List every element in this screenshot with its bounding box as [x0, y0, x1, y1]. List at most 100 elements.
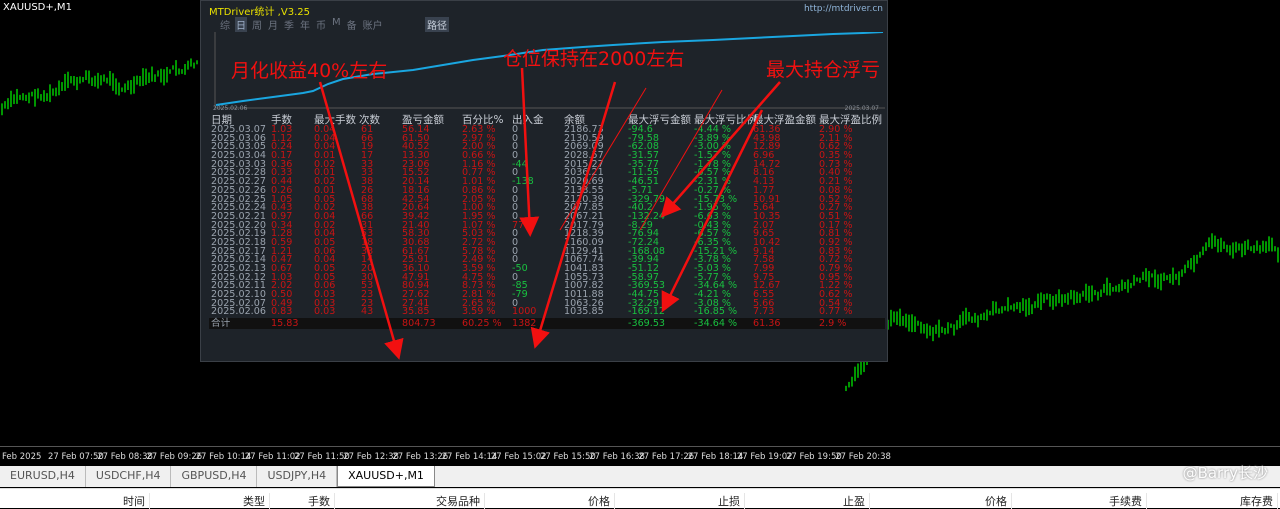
tab-period[interactable]: 年 — [299, 17, 311, 32]
table-row: 2025.02.14 0.47 0.04 14 25.91 2.49 % 0 1067.74-… — [209, 255, 885, 265]
time-tick: 27 Feb 17:26 — [638, 452, 695, 462]
tab-period[interactable]: 账户 — [362, 17, 384, 32]
tab-period[interactable]: M — [331, 17, 342, 32]
time-tick: 27 Feb 07:50 — [48, 452, 104, 462]
tab-period[interactable]: 备 — [346, 17, 358, 32]
cell: -169.12 — [628, 306, 666, 318]
table-row: 2025.02.13 0.67 0.05 20 36.10 3.59 % -50 1041.8… — [209, 264, 885, 274]
watermark: @Barry长沙 — [1182, 464, 1268, 482]
time-tick: 27 Feb 09:26 — [146, 452, 203, 462]
time-tick: 27 Feb 11:02 — [244, 452, 301, 462]
table-row: 2025.02.06 0.83 0.03 43 35.85 3.59 % 1000 1035.… — [209, 306, 885, 318]
time-tick: 27 Feb 20:38 — [835, 452, 891, 462]
cell: 43 — [361, 306, 374, 318]
annotation-max-drawdown: 最大持仓浮亏 — [766, 59, 881, 81]
chart-tab[interactable]: USDCHF,H4 — [86, 466, 172, 487]
table-row: 2025.03.04 0.17 0.01 17 13.30 0.66 % 0 2028.57-… — [209, 151, 885, 161]
time-tick: 27 Feb 10:14 — [195, 452, 252, 462]
trade-column-header: 价格 — [870, 493, 1012, 509]
chart-tab[interactable]: XAUUSD+,M1 — [337, 466, 435, 487]
panel-url-link[interactable]: http://mtdriver.cn — [804, 4, 883, 14]
equity-end-date: 2025.03.07 — [844, 105, 879, 112]
cell: 0.77 % — [819, 306, 853, 318]
total-cell: -34.64 % — [694, 318, 738, 330]
chart-tab[interactable]: USDJPY,H4 — [257, 466, 338, 487]
total-cell: -369.53 — [628, 318, 666, 330]
chart-tab[interactable]: GBPUSD,H4 — [171, 466, 258, 487]
table-row: 2025.02.18 0.59 0.05 18 30.68 2.72 % 0 1160.09-… — [209, 238, 885, 248]
table-row: 2025.02.26 0.26 0.01 26 18.16 0.86 % 0 2138.55-… — [209, 186, 885, 196]
trade-column-header: 止损 — [615, 493, 745, 509]
trade-column-header: 类型 — [150, 493, 270, 509]
table-row: 2025.03.06 1.12 0.04 66 61.50 2.97 % 0 2130.59-… — [209, 134, 885, 144]
time-tick: 27 Feb 19:50 — [786, 452, 842, 462]
table-row: 2025.02.19 1.28 0.04 53 58.30 5.03 % 0 1218.39-… — [209, 229, 885, 239]
annotation-monthly-return: 月化收益40%左右 — [231, 60, 388, 82]
period-tabs: 综日周月季年币 M 备账户 — [219, 17, 384, 32]
daily-stats-table: 日期 手数 最大手数 盈亏金额 百分比% 出入金 余额 最大浮亏金额 最大浮亏比例 最大浮盈金额最… — [209, 114, 885, 330]
table-row: 2025.03.07 1.03 0.04 61 56.14 2.63 % 0 2186.73-… — [209, 125, 885, 135]
table-row: 2025.02.12 1.03 0.05 30 47.91 4.75 % 0 1055.73-… — [209, 273, 885, 283]
cell: 3.59 % — [462, 306, 496, 318]
table-row: 2025.02.24 0.43 0.02 38 20.64 1.00 % 0 2077.85-… — [209, 203, 885, 213]
time-tick: 27 Feb 16:38 — [589, 452, 645, 462]
trade-column-header: 交易品种 — [335, 493, 485, 509]
trade-column-header: 时间 — [0, 493, 150, 509]
equity-start-date: 2025.02.06 — [213, 105, 248, 112]
time-tick: 27 Feb 18:14 — [687, 452, 744, 462]
table-row: 2025.02.21 0.97 0.04 66 39.42 1.95 % 0 2067.21-… — [209, 212, 885, 222]
tab-period[interactable]: 综 — [219, 17, 231, 32]
table-row: 2025.03.03 0.36 0.02 33 23.06 1.16 % -44 2015.2… — [209, 160, 885, 170]
tab-period[interactable]: 币 — [315, 17, 327, 32]
total-cell: 2.9 % — [819, 318, 847, 330]
cell: 2025.02.06 — [211, 306, 266, 318]
time-tick: 27 Feb 12:38 — [343, 452, 399, 462]
panel-title: MTDriver统计 ,V3.25 — [209, 7, 310, 18]
tab-period[interactable]: 周 — [251, 17, 263, 32]
total-cell: 合计 — [211, 318, 231, 330]
time-tick: Feb 2025 — [2, 452, 42, 462]
cell: 35.85 — [402, 306, 430, 318]
time-tick: 27 Feb 15:02 — [490, 452, 547, 462]
trade-column-header: 手续费 — [1012, 493, 1147, 509]
trade-column-header: 库存费 — [1147, 493, 1278, 509]
tab-period[interactable]: 季 — [283, 17, 295, 32]
table-row: 2025.02.28 0.33 0.01 33 15.52 0.77 % 0 2036.21-… — [209, 168, 885, 178]
table-row: 2025.03.05 0.24 0.04 19 40.52 2.00 % 0 2069.09-… — [209, 142, 885, 152]
chart-tabs: EURUSD,H4 USDCHF,H4 GBPUSD,H4 USDJPY,H4 XAUU… — [0, 466, 1280, 487]
table-row: 2025.02.11 2.02 0.06 53 80.94 8.73 % -85 1007.8… — [209, 281, 885, 291]
cell: 1000 — [512, 306, 537, 318]
tab-period[interactable]: 月 — [267, 17, 279, 32]
time-tick: 27 Feb 15:50 — [540, 452, 596, 462]
table-row: 2025.02.25 1.05 0.05 68 42.54 2.05 % 0 2120.39-… — [209, 194, 885, 205]
total-cell: 804.73 — [402, 318, 436, 330]
total-cell: 15.83 — [271, 318, 299, 330]
time-tick: 27 Feb 08:38 — [97, 452, 153, 462]
time-tick: 27 Feb 19:02 — [736, 452, 793, 462]
total-cell: 1382 — [512, 318, 537, 330]
trade-columns-header: 时间 类型 手数 交易品种 价格 止损 止盈 价格 手续费 库存费 — [0, 488, 1280, 509]
cell: 7.73 — [753, 306, 775, 318]
table-row: 2025.02.07 0.49 0.03 23 27.41 2.65 % 0 1063.26-… — [209, 299, 885, 309]
trade-column-header: 手数 — [270, 493, 335, 509]
total-row: 合计 15.83 804.73 60.25 % 1382 -369.53 -34.64 % 6… — [209, 318, 885, 330]
tab-period[interactable]: 日 — [235, 17, 247, 32]
table-header: 日期 手数 最大手数 盈亏金额 百分比% 出入金 余额 最大浮亏金额 最大浮亏比例 最大浮盈金额最… — [209, 114, 885, 126]
chart-tab[interactable]: EURUSD,H4 — [0, 466, 86, 487]
trade-column-header: 价格 — [485, 493, 615, 509]
time-tick: 27 Feb 13:26 — [392, 452, 449, 462]
time-tick: 27 Feb 14:14 — [441, 452, 498, 462]
trade-column-header: 止盈 — [745, 493, 870, 509]
table-row: 2025.02.27 0.44 0.02 38 20.14 1.01 % -138 2020.… — [209, 177, 885, 187]
cell: 0.03 — [314, 306, 336, 318]
table-row: 2025.02.10 0.50 0.03 23 27.62 2.81 % -79 1011.8… — [209, 290, 885, 300]
cell: 1035.85 — [564, 306, 604, 318]
path-button[interactable]: 路径 — [425, 17, 449, 32]
chart-symbol-label: XAUUSD+,M1 — [3, 2, 72, 13]
total-cell: 61.36 — [753, 318, 781, 330]
time-tick: 27 Feb 11:50 — [294, 452, 350, 462]
annotation-position: 仓位保持在2000左右 — [503, 48, 685, 70]
cell: 0.83 — [271, 306, 293, 318]
total-cell: 60.25 % — [462, 318, 502, 330]
cell: -16.85 % — [694, 306, 738, 318]
